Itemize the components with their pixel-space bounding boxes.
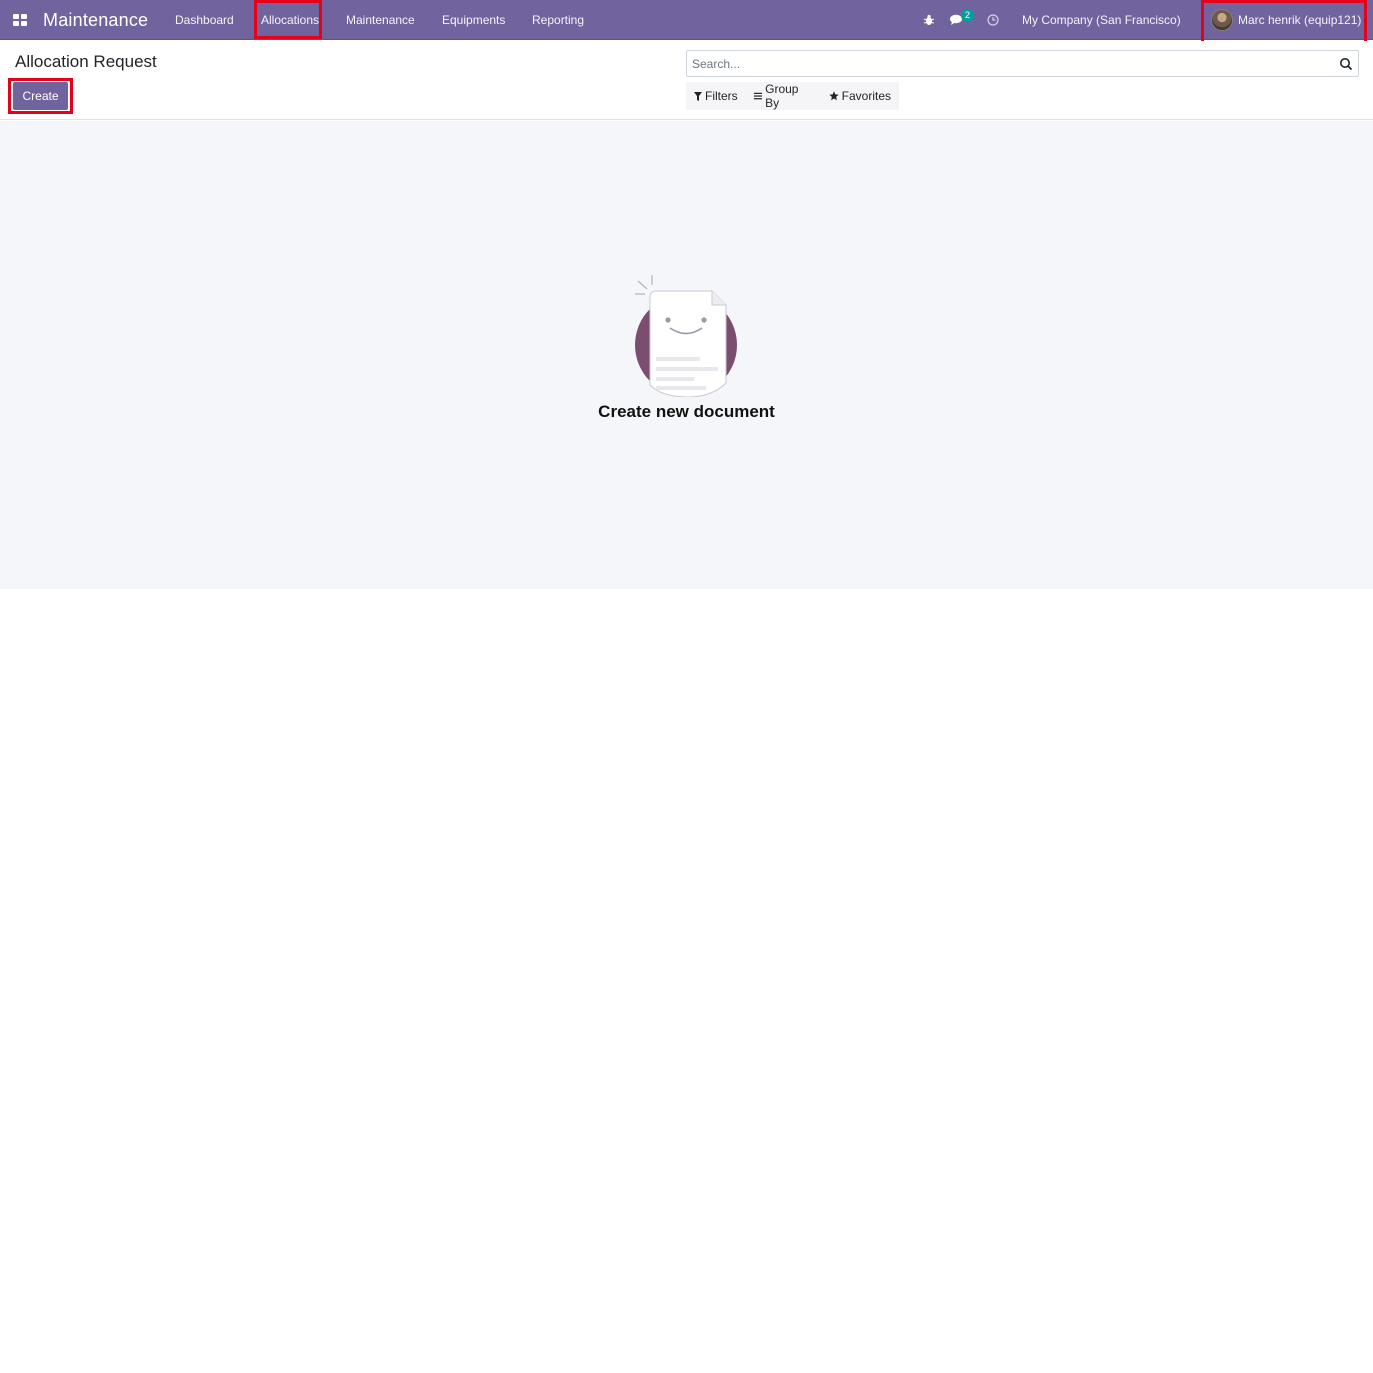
group-by-button[interactable]: Group By: [746, 82, 821, 110]
page-title: Allocation Request: [15, 52, 157, 71]
menu-item-allocations[interactable]: Allocations: [261, 0, 319, 40]
search-box: [686, 50, 1359, 77]
menu-item-maintenance[interactable]: Maintenance: [346, 0, 415, 40]
filter-icon: [694, 91, 702, 101]
create-button[interactable]: Create: [13, 82, 68, 110]
search-icon[interactable]: [1339, 57, 1353, 71]
menu-item-equipments[interactable]: Equipments: [442, 0, 505, 40]
filters-button[interactable]: Filters: [686, 82, 746, 110]
company-switcher[interactable]: My Company (San Francisco): [1022, 0, 1181, 40]
empty-state-title: Create new document: [598, 402, 775, 421]
menu-item-reporting[interactable]: Reporting: [532, 0, 584, 40]
favorites-button[interactable]: Favorites: [821, 82, 899, 110]
app-brand-title[interactable]: Maintenance: [43, 0, 148, 40]
bars-icon: [753, 92, 763, 100]
user-menu[interactable]: Marc henrik (equip121): [1238, 0, 1361, 40]
search-options-bar: Filters Group By Favorites: [686, 82, 899, 110]
top-navbar: Maintenance Dashboard Allocations Mainte…: [0, 0, 1373, 40]
group-by-label: Group By: [765, 82, 799, 110]
menu-item-dashboard[interactable]: Dashboard: [175, 0, 234, 40]
empty-document-illustration-icon: [635, 275, 737, 397]
favorites-label: Favorites: [841, 89, 891, 103]
apps-menu-icon[interactable]: [13, 0, 29, 40]
filters-label: Filters: [705, 89, 738, 103]
main-content-area: Create new document: [0, 121, 1373, 589]
bug-icon[interactable]: [923, 0, 935, 40]
user-avatar[interactable]: [1211, 9, 1233, 31]
activity-clock-icon[interactable]: [987, 0, 999, 40]
search-input[interactable]: [692, 54, 1322, 73]
messages-count-badge: 2: [961, 9, 974, 22]
star-icon: [828, 91, 839, 101]
control-panel: Allocation Request Create Filters Group …: [0, 41, 1373, 120]
